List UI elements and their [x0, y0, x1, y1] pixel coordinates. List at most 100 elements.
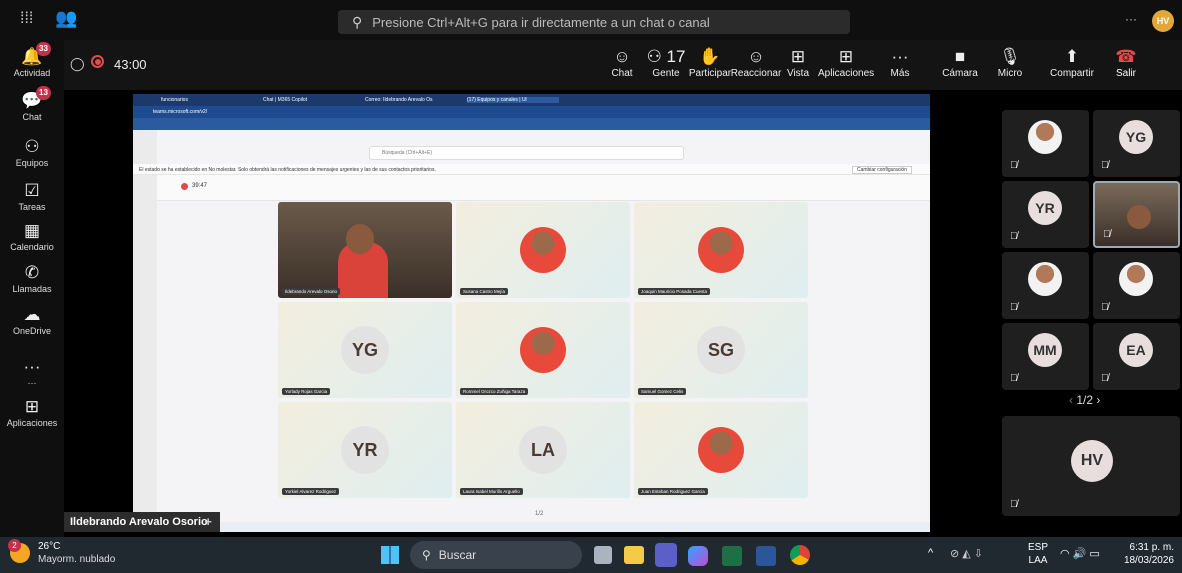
side-video-feed	[1127, 205, 1151, 229]
inner-meeting-timer: 39:47	[192, 183, 208, 189]
side-participant-tile[interactable]: EA 🎙̸	[1093, 323, 1180, 390]
rail-label: OneDrive	[12, 326, 51, 336]
tasks-icon: ☑	[24, 181, 40, 200]
chat-icon: 💬 13	[0, 86, 64, 112]
inner-participant-name: Yorkiel Alvarez Rodriguez	[282, 488, 340, 495]
rail-item[interactable]: ▦ Calendario	[0, 220, 64, 252]
search-icon: ⚲	[352, 13, 363, 30]
inner-participant-tile: SG Samuel Gomez Celis	[634, 302, 808, 398]
copilot-icon[interactable]	[688, 546, 708, 566]
language-indicator[interactable]: ESP LAA	[1028, 541, 1048, 567]
inner-initials-avatar: YR	[341, 426, 389, 474]
more-options-button[interactable]: ···	[1125, 12, 1137, 26]
mic-off-icon: 🎙̸	[1101, 373, 1109, 384]
search-input[interactable]: ⚲ Presione Ctrl+Alt+G para ir directamen…	[338, 10, 850, 34]
toolbar-button[interactable]: 🎙 Micro	[982, 46, 1038, 79]
inner-recording-icon	[181, 183, 188, 190]
taskbar-search-icon: ⚲	[422, 548, 431, 562]
toolbar-label: Cámara	[942, 68, 978, 79]
self-view-tile[interactable]: HV 🎙̸	[1002, 416, 1180, 516]
video-face	[346, 224, 374, 254]
weather-desc: Mayorm. nublado	[38, 554, 116, 565]
app-grid-icon[interactable]: ⁞⁞⁞	[20, 10, 33, 28]
rail-item[interactable]: ☁ OneDrive	[0, 304, 64, 336]
toolbar-label: Gente	[652, 68, 680, 79]
teams-taskbar-icon[interactable]	[655, 543, 677, 567]
toolbar-button[interactable]: ··· Más	[872, 46, 928, 79]
onedrive-icon: ☁	[23, 305, 41, 324]
taskbar-search-label: Buscar	[438, 548, 477, 562]
tray-chevron-icon[interactable]: ^	[928, 547, 933, 559]
mic-off-icon: 🎙̸	[1010, 160, 1018, 171]
inner-participant-name: Joaquin Mauricio Posada Cuesta	[638, 288, 711, 295]
side-participant-tile[interactable]: MM 🎙̸	[1002, 323, 1089, 390]
toolbar-label: Salir	[1115, 68, 1136, 79]
network-volume-battery-icons[interactable]: ◠ 🔊 ▭	[1060, 547, 1100, 560]
chrome-icon[interactable]	[790, 545, 810, 565]
inner-search-input: Búsqueda (Ctrl+Alt+E)	[369, 146, 684, 160]
title-bar: ⁞⁞⁞ 👥 ⚲ Presione Ctrl+Alt+G para ir dire…	[0, 0, 1182, 40]
rail-item[interactable]: 💬 13 Chat	[0, 86, 64, 122]
side-participant-tile[interactable]: 🎙̸	[1002, 252, 1089, 319]
rail-item[interactable]: ··· ···	[0, 356, 64, 388]
tray-icons[interactable]: ⊘ ◭ ⇩	[950, 547, 983, 560]
task-view-icon[interactable]	[594, 546, 612, 564]
browser-url: teams.microsoft.com/v2/	[153, 109, 208, 115]
clock[interactable]: 6:31 p. m. 18/03/2026	[1118, 541, 1174, 567]
windows-start-icon[interactable]	[381, 546, 399, 564]
profile-avatar[interactable]: HV	[1152, 10, 1174, 32]
inner-participant-name: Laura Isabel Murillo Arguello	[460, 488, 523, 495]
taskbar-search[interactable]: ⚲ Buscar	[410, 541, 582, 569]
file-explorer-icon[interactable]	[624, 546, 644, 564]
teams-logo-icon: 👥	[55, 8, 78, 28]
side-participant-tile[interactable]: 🎙̸	[1093, 252, 1180, 319]
pager-next-icon[interactable]: ›	[1093, 393, 1100, 407]
toolbar-label: Chat	[611, 68, 633, 79]
word-icon[interactable]	[756, 546, 776, 566]
toolbar-button[interactable]: ☎ Salir	[1098, 46, 1154, 79]
pager-text: 1/2	[1076, 393, 1094, 407]
recording-icon	[91, 55, 104, 68]
toolbar-button[interactable]: ⬆ Compartir	[1044, 46, 1100, 79]
rail-item[interactable]: ☑ Tareas	[0, 180, 64, 212]
rail-item[interactable]: ⊞ Aplicaciones	[0, 396, 64, 428]
side-participant-tile[interactable]: 🎙̸	[1093, 181, 1180, 248]
side-photo-avatar	[1119, 262, 1153, 296]
browser-tab: Correo: Ildebrando Arevalo Os	[365, 97, 433, 103]
language-line2: LAA	[1028, 555, 1048, 566]
shared-screen: funcionarios Chat | M365 Copilot Correo: I…	[133, 94, 930, 532]
toolbar-button[interactable]: ■ Cámara	[932, 46, 988, 79]
inner-participant-tile: Ildebrando Arevalo Osorio	[278, 202, 452, 298]
inner-participant-name: Samuel Gomez Celis	[638, 388, 687, 395]
rail-item[interactable]: ⚇ Equipos	[0, 136, 64, 168]
side-initials-avatar: EA	[1119, 333, 1153, 367]
rail-label: Chat	[22, 112, 42, 122]
teams-icon: ⚇	[24, 137, 40, 156]
side-initials-avatar: YG	[1119, 120, 1153, 154]
side-pager[interactable]: ‹ 1/2 ›	[1069, 393, 1100, 407]
toolbar-label: Aplicaciones	[818, 68, 875, 79]
clock-time: 6:31 p. m.	[1129, 542, 1174, 553]
rail-item[interactable]: ✆ Llamadas	[0, 262, 64, 294]
inner-participant-tile: Juan Esteban Rodriguez Garcia	[634, 402, 808, 498]
weather-widget[interactable]: 2 26°C Mayorm. nublado	[8, 539, 130, 569]
meeting-timer: 43:00	[114, 57, 147, 72]
mic-off-icon: 🎙̸	[1101, 160, 1109, 171]
add-icon[interactable]: +	[204, 514, 212, 529]
toolbar-button[interactable]: ⊞ Aplicaciones	[818, 46, 874, 79]
inner-notice-bar: El estado se ha establecido en No molest…	[133, 164, 930, 175]
toolbar-label: Vista	[786, 68, 810, 79]
bell-icon: 🔔 33	[0, 42, 64, 68]
excel-icon[interactable]	[722, 546, 742, 566]
self-initials-avatar: HV	[1071, 440, 1113, 482]
side-participant-tile[interactable]: 🎙̸	[1002, 110, 1089, 177]
rail-item[interactable]: 🔔 33 Actividad	[0, 42, 64, 78]
rail-label: Aplicaciones	[6, 418, 58, 428]
mic-off-icon: 🎙̸	[1101, 302, 1109, 313]
participant-side-panel: 🎙̸ YG 🎙̸ YR 🎙̸ 🎙̸ 🎙̸ 🎙̸ MM 🎙̸ EA 🎙̸ ‹ 1/2 › HV 🎙̸	[999, 90, 1182, 537]
toolbar-icon: ☎	[1115, 47, 1137, 66]
side-participant-tile[interactable]: YR 🎙̸	[1002, 181, 1089, 248]
side-participant-tile[interactable]: YG 🎙̸	[1093, 110, 1180, 177]
phone-icon: ✆	[24, 263, 40, 282]
inner-initials-avatar: YG	[341, 326, 389, 374]
